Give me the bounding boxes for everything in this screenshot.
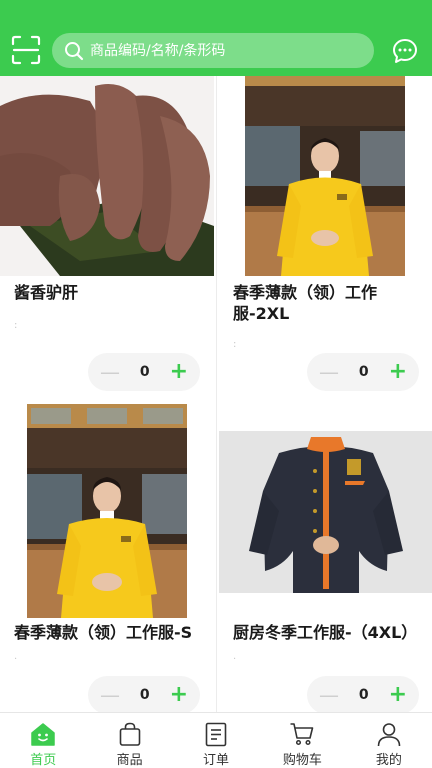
order-icon	[205, 722, 227, 747]
chef-jacket-photo	[219, 431, 432, 593]
product-card[interactable]: 酱香驴肝 : — 0 +	[0, 76, 216, 396]
product-note: :	[233, 339, 237, 350]
product-card[interactable]: 春季薄款（领）工作服-S · — 0 +	[0, 396, 216, 712]
increase-button[interactable]: +	[389, 361, 407, 383]
decrease-button[interactable]: —	[100, 685, 120, 705]
nav-products[interactable]: 商品	[86, 713, 172, 768]
nav-profile[interactable]: 我的	[346, 713, 432, 768]
scan-icon[interactable]	[11, 35, 41, 65]
search-icon	[65, 41, 84, 60]
search-bar[interactable]	[52, 33, 374, 68]
quantity-stepper: — 0 +	[307, 676, 419, 712]
product-card[interactable]: 春季薄款（领）工作服-2XL : — 0 +	[216, 76, 432, 396]
product-grid: 酱香驴肝 : — 0 + 春季薄款（领）工作服-2XL: — 0 + 春季薄款…	[0, 76, 432, 712]
chat-icon[interactable]	[392, 38, 418, 64]
nav-label: 订单	[203, 753, 230, 768]
bottom-nav: 首页 商品 订单 购物车 我的	[0, 712, 432, 768]
product-image[interactable]	[27, 404, 187, 618]
quantity-value: 0	[139, 687, 150, 703]
product-image[interactable]	[0, 76, 214, 276]
bag-icon	[119, 722, 140, 746]
quantity-value: 0	[358, 364, 369, 380]
cart-icon	[290, 723, 314, 746]
product-image[interactable]	[219, 431, 432, 593]
product-note: ·	[14, 654, 18, 665]
quantity-value: 0	[358, 687, 369, 703]
decrease-button[interactable]: —	[319, 685, 339, 705]
home-icon	[31, 723, 55, 746]
workwear-photo	[27, 404, 187, 618]
nav-label: 我的	[375, 753, 402, 768]
nav-home[interactable]: 首页	[0, 713, 86, 768]
product-image[interactable]	[245, 76, 405, 276]
product-note: ·	[233, 654, 237, 665]
quantity-stepper: — 0 +	[88, 353, 200, 391]
decrease-button[interactable]: —	[319, 362, 339, 382]
workwear-photo	[245, 76, 405, 276]
increase-button[interactable]: +	[170, 361, 188, 383]
nav-cart[interactable]: 购物车	[259, 713, 345, 768]
quantity-stepper: — 0 +	[307, 353, 419, 391]
nav-orders[interactable]: 订单	[173, 713, 259, 768]
product-name: 春季薄款（领）工作服-2XL	[233, 283, 378, 323]
top-header	[0, 0, 432, 76]
quantity-stepper: — 0 +	[88, 676, 200, 712]
nav-label: 商品	[116, 753, 143, 768]
quantity-value: 0	[139, 364, 150, 380]
product-card[interactable]: 厨房冬季工作服-（4XL） · — 0 +	[216, 396, 432, 712]
profile-icon	[377, 723, 401, 747]
app-screen: 酱香驴肝 : — 0 +	[0, 0, 432, 768]
nav-label: 购物车	[282, 753, 322, 768]
increase-button[interactable]: +	[389, 684, 407, 706]
product-name: 厨房冬季工作服-（4XL）	[233, 623, 418, 642]
search-input[interactable]	[90, 42, 360, 59]
decrease-button[interactable]: —	[100, 362, 120, 382]
liver-photo	[0, 76, 214, 276]
product-name: 酱香驴肝	[14, 283, 79, 302]
increase-button[interactable]: +	[170, 684, 188, 706]
product-name: 春季薄款（领）工作服-S	[14, 623, 193, 642]
nav-label: 首页	[30, 753, 57, 768]
product-note: :	[14, 320, 18, 331]
